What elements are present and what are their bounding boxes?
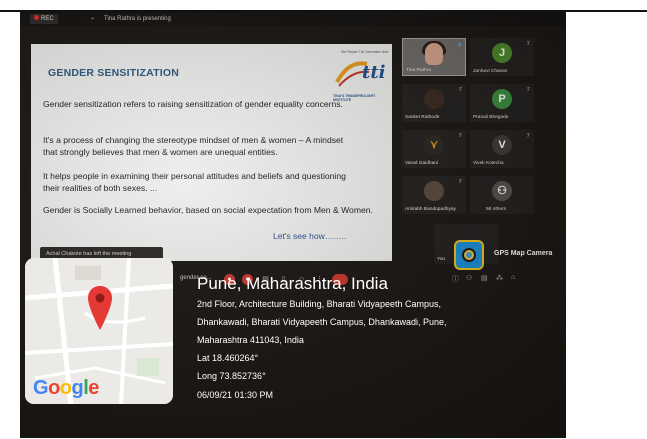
gps-camera-badge: GPS Map Camera <box>454 238 566 272</box>
chat-panel-icon[interactable]: ▤ <box>481 274 488 282</box>
participant-name: Vivek Kotecha <box>473 161 504 166</box>
group-avatar: ⚇ <box>492 181 512 201</box>
mic-icon: ⵢ <box>526 87 530 93</box>
info-icon[interactable]: ⓘ <box>452 274 459 284</box>
activities-icon[interactable]: ⁂ <box>496 274 503 282</box>
participant-tile[interactable]: ⵢ Sanket Rathode <box>402 84 466 122</box>
participant-name: Tina Rathra <box>406 68 431 73</box>
participant-name: Varad Gaidhani <box>405 161 438 166</box>
chevron-icon[interactable]: ⌄ <box>90 14 95 21</box>
participant-name: Janhavi Chavan <box>473 69 508 74</box>
datetime: 06/09/21 01:30 PM <box>197 390 274 400</box>
avatar: J <box>492 43 512 63</box>
participant-tile-host[interactable]: ▮ Tina Rathra <box>402 38 466 76</box>
mic-icon: ▮ <box>458 42 461 48</box>
shared-slide: GENDER SENSITIZATION Gender sensitizatio… <box>31 44 392 261</box>
gps-app-label: GPS Map Camera <box>494 250 553 257</box>
avatar: P <box>492 89 512 109</box>
lock-icon[interactable]: ⌂ <box>511 274 515 281</box>
slide-footer: Let's see how…….. <box>273 231 347 241</box>
participant-tile[interactable]: ⵢ Amitabh Bandopadhyay <box>402 176 466 214</box>
zoom-top-bar: REC ⌄ Tina Rathra is presenting <box>20 12 566 26</box>
participant-name: Pranali Bhegade <box>473 115 509 120</box>
participant-tile[interactable]: P ⵢ Pranali Bhegade <box>470 84 534 122</box>
address-line: 2nd Floor, Architecture Building, Bharat… <box>197 299 441 309</box>
avatar <box>424 89 444 109</box>
rec-label: REC <box>41 16 54 22</box>
avatar: V <box>492 135 512 155</box>
google-logo: Google <box>33 377 99 399</box>
participant-tile[interactable]: ⋎ ⵢ Varad Gaidhani <box>402 130 466 168</box>
mic-icon: ⵢ <box>458 179 462 185</box>
slide-paragraph: It's a process of changing the stereotyp… <box>43 135 344 157</box>
participant-name: You <box>437 257 446 262</box>
map-thumbnail: Google <box>25 258 173 404</box>
mic-icon: ⵢ <box>526 133 530 139</box>
mic-icon: ⵢ <box>526 41 530 47</box>
participant-tile-others[interactable]: ⚇ 59 others <box>470 176 534 214</box>
mic-icon: ⵢ <box>458 133 462 139</box>
address-line: Maharashtra 411043, India <box>197 335 304 345</box>
avatar: ⋎ <box>424 135 444 155</box>
location-title: Pune, Maharashtra, India <box>197 274 388 293</box>
participant-name: 59 others <box>486 207 507 212</box>
slide-paragraph: Gender is Socially Learned behavior, bas… <box>43 205 373 215</box>
avatar <box>424 181 444 201</box>
presenting-status: Tina Rathra is presenting <box>104 16 171 22</box>
logo-name: TINA'S TRANSFROLIGHT INSTITUTE <box>333 94 376 102</box>
host-video <box>425 43 443 65</box>
participant-name: Sanket Rathode <box>405 115 440 120</box>
address-line: Dhankawadi, Bharati Vidyapeeth Campus, D… <box>197 317 447 327</box>
participant-name: Amitabh Bandopadhyay <box>405 207 456 212</box>
participant-tile[interactable]: V ⵢ Vivek Kotecha <box>470 130 534 168</box>
people-icon[interactable]: ⚇ <box>466 274 472 282</box>
record-badge[interactable]: REC <box>30 14 58 24</box>
photo-frame: REC ⌄ Tina Rathra is presenting GENDER S… <box>0 0 647 439</box>
slide-title: GENDER SENSITIZATION <box>48 67 179 79</box>
longitude: Long 73.852736° <box>197 371 266 381</box>
slide-paragraph: It helps people in examining their perso… <box>43 171 346 193</box>
latitude: Lat 18.460264° <box>197 353 259 363</box>
mic-icon: ⵢ <box>458 87 462 93</box>
record-icon <box>34 15 39 20</box>
logo-letters: tti <box>362 62 386 83</box>
gps-camera-icon <box>454 240 484 270</box>
map-pin-icon <box>88 286 112 330</box>
slide-paragraph: Gender sensitization refers to raising s… <box>43 99 343 109</box>
participant-tile[interactable]: J ⵢ Janhavi Chavan <box>470 38 534 76</box>
